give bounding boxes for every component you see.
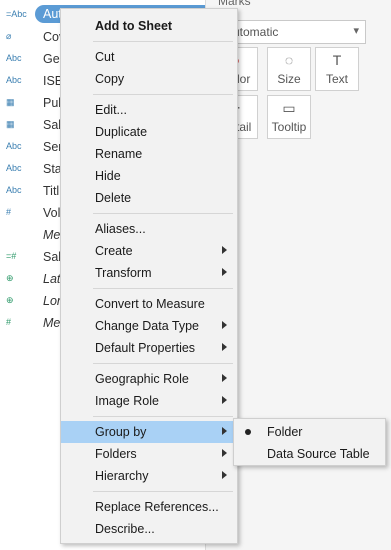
submenu-item-folder[interactable]: Folder bbox=[234, 421, 385, 443]
menu-item-label: Geographic Role bbox=[95, 372, 189, 386]
menu-item-folders[interactable]: Folders bbox=[61, 443, 237, 465]
chevron-down-icon: ▾ bbox=[353, 25, 359, 37]
menu-item-hierarchy[interactable]: Hierarchy bbox=[61, 465, 237, 487]
clip-icon: ⌀ bbox=[6, 31, 12, 41]
menu-item-duplicate[interactable]: Duplicate bbox=[61, 121, 237, 143]
text-button[interactable]: T Text bbox=[315, 47, 359, 91]
submenu-arrow-icon bbox=[222, 427, 227, 435]
submenu-arrow-icon bbox=[222, 321, 227, 329]
size-label: Size bbox=[277, 72, 301, 86]
menu-item-label: Replace References... bbox=[95, 500, 219, 514]
field-label: Me bbox=[43, 316, 61, 330]
field-label: Lat bbox=[43, 272, 61, 286]
submenu-arrow-icon bbox=[222, 343, 227, 351]
text-label: Text bbox=[325, 72, 348, 86]
menu-separator bbox=[93, 41, 233, 42]
menu-item-geographic-role[interactable]: Geographic Role bbox=[61, 368, 237, 390]
menu-item-label: Duplicate bbox=[95, 125, 148, 139]
field-label: Sal bbox=[43, 250, 62, 264]
menu-item-label: Hierarchy bbox=[95, 469, 149, 483]
size-icon: ◌ bbox=[284, 52, 294, 68]
menu-item-describe[interactable]: Describe... bbox=[61, 518, 237, 540]
menu-item-group-by[interactable]: Group by bbox=[61, 421, 237, 443]
submenu-item-label: Folder bbox=[267, 425, 303, 439]
submenu-arrow-icon bbox=[222, 246, 227, 254]
menu-separator bbox=[93, 363, 233, 364]
menu-item-label: Edit... bbox=[95, 103, 127, 117]
submenu-arrow-icon bbox=[222, 374, 227, 382]
tooltip-button[interactable]: ▭ Tooltip bbox=[267, 95, 311, 139]
globe-icon: ⊕ bbox=[6, 273, 14, 283]
menu-item-label: Hide bbox=[95, 169, 121, 183]
field-label: Me bbox=[43, 228, 61, 242]
menu-item-rename[interactable]: Rename bbox=[61, 143, 237, 165]
menu-item-label: Rename bbox=[95, 147, 143, 161]
menu-item-add-to-sheet[interactable]: Add to Sheet bbox=[61, 15, 237, 37]
menu-item-label: Folders bbox=[95, 447, 137, 461]
abc-icon: Abc bbox=[6, 53, 22, 63]
menu-item-hide[interactable]: Hide bbox=[61, 165, 237, 187]
submenu-arrow-icon bbox=[222, 471, 227, 479]
calendar-icon: ▦ bbox=[6, 119, 15, 129]
field-label: Vol bbox=[43, 206, 61, 220]
submenu-item-label: Data Source Table bbox=[267, 447, 370, 461]
menu-item-label: Group by bbox=[95, 425, 147, 439]
menu-item-label: Convert to Measure bbox=[95, 297, 205, 311]
menu-item-label: Create bbox=[95, 244, 133, 258]
globe-icon: ⊕ bbox=[6, 295, 14, 305]
hash-icon: # bbox=[6, 317, 12, 327]
menu-separator bbox=[93, 491, 233, 492]
abc-icon: Abc bbox=[6, 75, 22, 85]
menu-item-image-role[interactable]: Image Role bbox=[61, 390, 237, 412]
calc-abc-icon: =Abc bbox=[6, 9, 27, 19]
text-icon: T bbox=[332, 52, 342, 68]
selected-dot-icon bbox=[245, 429, 251, 435]
menu-item-label: Add to Sheet bbox=[95, 19, 173, 33]
group-by-submenu: Folder Data Source Table bbox=[233, 418, 386, 466]
menu-item-cut[interactable]: Cut bbox=[61, 46, 237, 68]
menu-item-label: Transform bbox=[95, 266, 152, 280]
menu-item-edit[interactable]: Edit... bbox=[61, 99, 237, 121]
submenu-item-data-source-table[interactable]: Data Source Table bbox=[234, 443, 385, 465]
hash-icon: # bbox=[6, 207, 12, 217]
field-label: Titl bbox=[43, 184, 60, 198]
submenu-arrow-icon bbox=[222, 396, 227, 404]
menu-item-label: Copy bbox=[95, 72, 125, 86]
menu-item-convert-to-measure[interactable]: Convert to Measure bbox=[61, 293, 237, 315]
menu-item-replace-references[interactable]: Replace References... bbox=[61, 496, 237, 518]
abc-icon: Abc bbox=[6, 185, 22, 195]
size-button[interactable]: ◌ Size bbox=[267, 47, 311, 91]
submenu-arrow-icon bbox=[222, 449, 227, 457]
menu-item-change-data-type[interactable]: Change Data Type bbox=[61, 315, 237, 337]
menu-item-aliases[interactable]: Aliases... bbox=[61, 218, 237, 240]
menu-separator bbox=[93, 94, 233, 95]
field-label: Sta bbox=[43, 162, 62, 176]
menu-item-label: Delete bbox=[95, 191, 132, 205]
calc-hash-icon: =# bbox=[6, 251, 17, 261]
submenu-arrow-icon bbox=[222, 268, 227, 276]
menu-item-label: Cut bbox=[95, 50, 115, 64]
menu-item-copy[interactable]: Copy bbox=[61, 68, 237, 90]
field-context-menu: Add to Sheet Cut Copy Edit... Duplicate … bbox=[60, 8, 238, 544]
menu-separator bbox=[93, 288, 233, 289]
menu-item-default-properties[interactable]: Default Properties bbox=[61, 337, 237, 359]
menu-item-label: Describe... bbox=[95, 522, 155, 536]
menu-item-create[interactable]: Create bbox=[61, 240, 237, 262]
menu-separator bbox=[93, 416, 233, 417]
abc-icon: Abc bbox=[6, 163, 22, 173]
menu-item-transform[interactable]: Transform bbox=[61, 262, 237, 284]
calendar-icon: ▦ bbox=[6, 97, 15, 107]
tooltip-icon: ▭ bbox=[282, 100, 296, 116]
menu-item-label: Change Data Type bbox=[95, 319, 200, 333]
menu-item-delete[interactable]: Delete bbox=[61, 187, 237, 209]
marks-title: Marks bbox=[218, 0, 251, 8]
abc-icon: Abc bbox=[6, 141, 22, 151]
field-label: Sal bbox=[43, 118, 62, 132]
tooltip-label: Tooltip bbox=[271, 120, 307, 134]
menu-item-label: Default Properties bbox=[95, 341, 196, 355]
menu-item-label: Image Role bbox=[95, 394, 159, 408]
menu-separator bbox=[93, 213, 233, 214]
menu-item-label: Aliases... bbox=[95, 222, 146, 236]
